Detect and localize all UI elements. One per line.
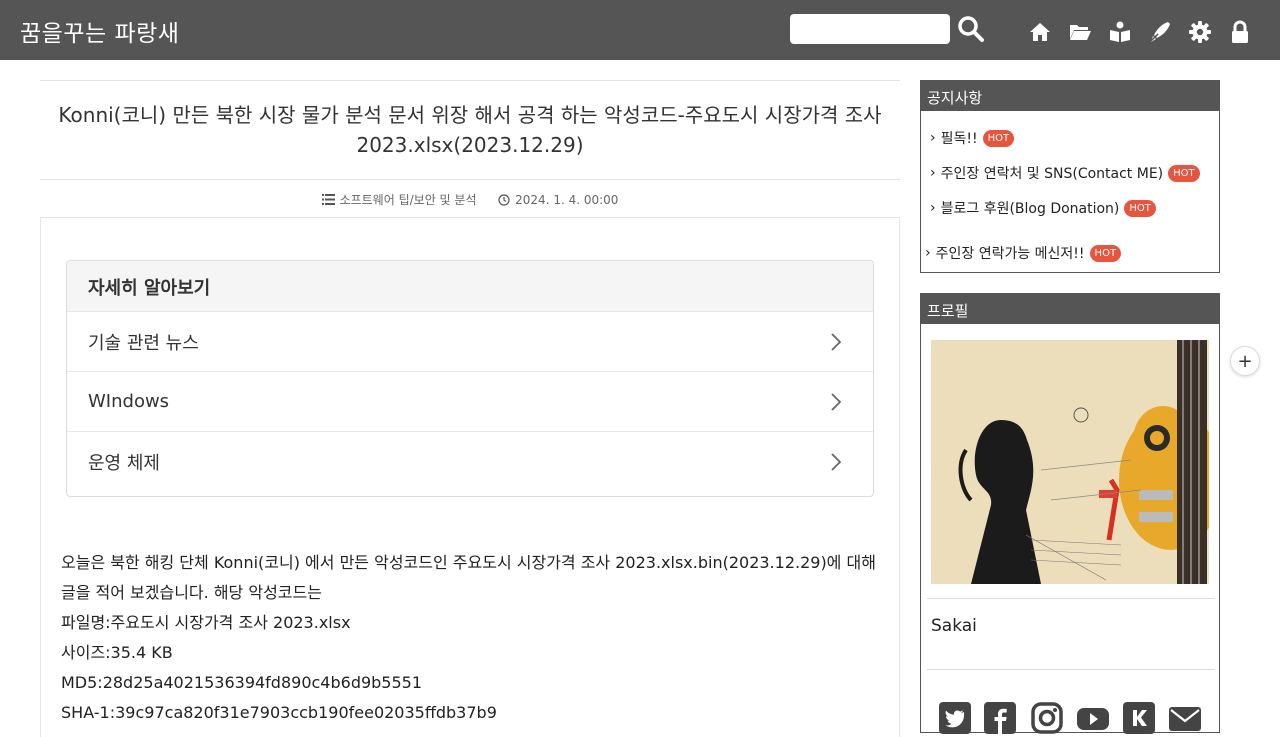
notice-item[interactable]: › 주인장 연락가능 메신저!! HOT bbox=[925, 243, 1122, 263]
content-line: MD5:28d25a4021536394fd890c4b6d9b5551 bbox=[61, 673, 423, 692]
notice-item[interactable]: › 주인장 연락처 및 SNS(Contact ME) HOT bbox=[930, 163, 1200, 183]
related-item-label: 기술 관련 뉴스 bbox=[88, 332, 199, 354]
profile-image[interactable] bbox=[931, 340, 1209, 584]
lock-icon[interactable] bbox=[1228, 20, 1252, 44]
profile-heading: 프로필 bbox=[921, 294, 1219, 324]
hot-badge: HOT bbox=[1124, 199, 1156, 217]
guestbook-icon[interactable] bbox=[1108, 20, 1132, 44]
list-icon bbox=[321, 194, 335, 205]
notice-widget: 공지사항 › 필독!! HOT › 주인장 연락처 및 SNS(Contact … bbox=[920, 80, 1220, 273]
mail-icon[interactable] bbox=[1169, 702, 1201, 734]
kakao-icon[interactable] bbox=[1123, 702, 1155, 734]
chevron-right-icon bbox=[831, 452, 842, 471]
profile-widget: 프로필 Sakai bbox=[920, 293, 1220, 734]
clock-icon bbox=[498, 193, 510, 206]
notice-item-label: 주인장 연락가능 메신저!! bbox=[935, 246, 1085, 262]
top-header: 꿈을꾸는 파랑새 bbox=[0, 0, 1280, 60]
post-date: 2024. 1. 4. 00:00 bbox=[515, 192, 619, 207]
notice-item[interactable]: › 블로그 후원(Blog Donation) HOT bbox=[930, 198, 1156, 218]
hot-badge: HOT bbox=[1089, 244, 1122, 262]
post-content: 오늘은 북한 해킹 단체 Konni(코니) 에서 만든 악성코드인 주요도시 … bbox=[61, 548, 883, 728]
profile-name: Sakai bbox=[931, 616, 977, 636]
post-date-wrap: 2024. 1. 4. 00:00 bbox=[498, 193, 618, 207]
notice-item-label: 블로그 후원(Blog Donation) bbox=[940, 201, 1120, 217]
notice-item[interactable]: › 필독!! HOT bbox=[930, 128, 1015, 148]
folder-icon[interactable] bbox=[1068, 20, 1092, 44]
youtube-icon[interactable] bbox=[1077, 702, 1109, 734]
chevron-right-icon bbox=[831, 332, 842, 351]
twitter-icon[interactable] bbox=[939, 702, 971, 734]
related-links-box: 자세히 알아보기 기술 관련 뉴스 WIndows 운영 체제 bbox=[66, 260, 874, 497]
related-item-label: WIndows bbox=[88, 391, 170, 412]
related-item[interactable]: 기술 관련 뉴스 bbox=[67, 311, 873, 371]
content-paragraph: 오늘은 북한 해킹 단체 Konni(코니) 에서 만든 악성코드인 주요도시 … bbox=[61, 553, 876, 602]
content-line: 사이즈:35.4 KB bbox=[61, 643, 173, 662]
content-line: SHA-1:39c97ca820f31e7903ccb190fee02035ff… bbox=[61, 703, 497, 722]
hot-badge: HOT bbox=[1168, 164, 1200, 182]
post-title: Konni(코니) 만든 북한 시장 물가 분석 문서 위장 해서 공격 하는 … bbox=[58, 103, 882, 157]
hot-badge: HOT bbox=[982, 129, 1015, 147]
settings-icon[interactable] bbox=[1188, 20, 1212, 44]
profile-divider bbox=[927, 598, 1215, 599]
facebook-icon[interactable] bbox=[984, 702, 1016, 734]
related-item[interactable]: 운영 체제 bbox=[67, 431, 873, 491]
write-icon[interactable] bbox=[1148, 20, 1172, 44]
instagram-icon[interactable] bbox=[1031, 702, 1063, 734]
related-item[interactable]: WIndows bbox=[67, 371, 873, 431]
expand-button[interactable]: + bbox=[1230, 346, 1260, 376]
notice-item-label: 주인장 연락처 및 SNS(Contact ME) bbox=[940, 166, 1164, 182]
search-input[interactable] bbox=[790, 14, 950, 44]
notice-bullet: › bbox=[930, 200, 936, 216]
notice-bullet: › bbox=[930, 165, 936, 181]
notice-item-label: 필독!! bbox=[940, 131, 978, 147]
post-category: 소프트웨어 팁/보안 및 분석 bbox=[339, 193, 477, 207]
post-meta: 소프트웨어 팁/보안 및 분석 2024. 1. 4. 00:00 bbox=[40, 191, 900, 208]
profile-divider bbox=[927, 669, 1215, 670]
title-top-divider bbox=[40, 80, 900, 81]
title-bottom-divider bbox=[40, 179, 900, 180]
search-icon[interactable] bbox=[956, 14, 986, 44]
related-item-label: 운영 체제 bbox=[88, 452, 160, 474]
post-category-link[interactable]: 소프트웨어 팁/보안 및 분석 bbox=[321, 191, 477, 208]
notice-heading: 공지사항 bbox=[921, 81, 1219, 111]
notice-bullet: › bbox=[930, 130, 936, 146]
site-title[interactable]: 꿈을꾸는 파랑새 bbox=[20, 14, 179, 48]
home-icon[interactable] bbox=[1028, 20, 1052, 44]
chevron-right-icon bbox=[831, 392, 842, 411]
notice-bullet: › bbox=[925, 245, 931, 261]
content-line: 파일명:주요도시 시장가격 조사 2023.xlsx bbox=[61, 613, 351, 632]
related-heading: 자세히 알아보기 bbox=[67, 261, 873, 311]
